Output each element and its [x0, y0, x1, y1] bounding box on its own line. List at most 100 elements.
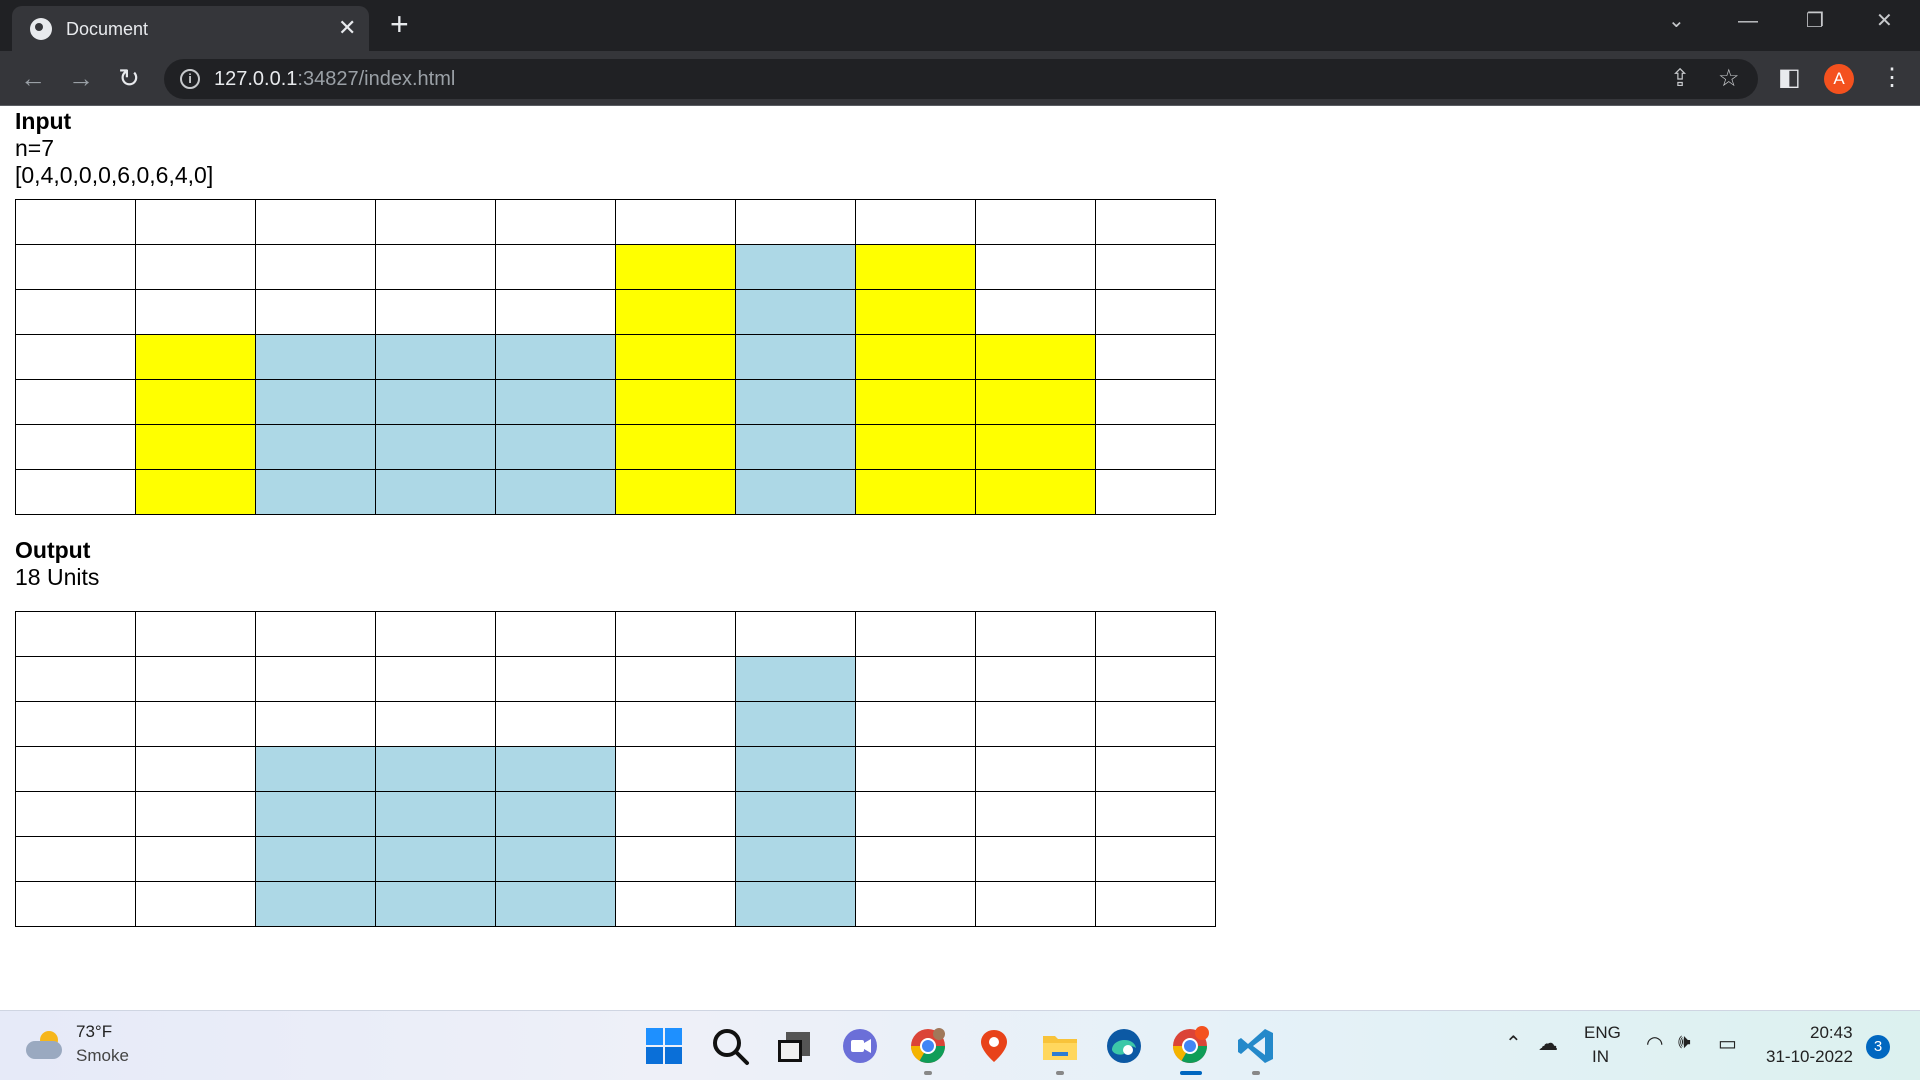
grid-cell-water — [375, 746, 496, 792]
edge-icon[interactable] — [1104, 1026, 1144, 1066]
grid-cell-empty — [135, 791, 256, 837]
back-icon[interactable]: ← — [16, 61, 50, 95]
grid-cell-empty — [255, 199, 376, 245]
window-close-icon[interactable]: ✕ — [1876, 8, 1893, 34]
language-bottom[interactable]: IN — [1592, 1047, 1609, 1067]
clock-date[interactable]: 31-10-2022 — [1766, 1047, 1853, 1067]
grid-cell-empty — [495, 611, 616, 657]
grid-row — [15, 469, 1216, 515]
weather-icon[interactable] — [26, 1031, 64, 1059]
volume-icon[interactable]: 🕪 — [1678, 1031, 1691, 1054]
weather-description[interactable]: Smoke — [76, 1046, 129, 1066]
tab-search-icon[interactable]: ⌄ — [1668, 8, 1685, 34]
grid-cell-empty — [1095, 469, 1216, 515]
menu-kebab-icon[interactable]: ⋮ — [1880, 61, 1904, 95]
grid-cell-empty — [135, 199, 256, 245]
grid-cell-empty — [855, 199, 976, 245]
grid-cell-empty — [15, 379, 136, 425]
tray-overflow-icon[interactable]: ⌃ — [1505, 1031, 1522, 1056]
grid-cell-bar — [855, 244, 976, 290]
grid-cell-empty — [495, 244, 616, 290]
grid-cell-bar — [135, 334, 256, 380]
grid-cell-water — [735, 791, 856, 837]
bookmark-star-icon[interactable]: ☆ — [1718, 65, 1740, 93]
address-bar[interactable]: i 127.0.0.1:34827/index.html ⇪ ☆ — [164, 59, 1758, 99]
grid-cell-empty — [135, 244, 256, 290]
windows-start-icon[interactable] — [644, 1026, 684, 1066]
grid-cell-empty — [255, 611, 376, 657]
grid-cell-bar — [615, 334, 736, 380]
grid-cell-empty — [855, 656, 976, 702]
wifi-icon[interactable]: ◠ — [1646, 1031, 1663, 1056]
running-indicator — [924, 1071, 932, 1075]
onedrive-error-icon[interactable]: ☁ — [1538, 1031, 1558, 1056]
grid-cell-empty — [1095, 424, 1216, 470]
language-top[interactable]: ENG — [1584, 1023, 1621, 1043]
tab-close-icon[interactable]: ✕ — [338, 15, 356, 41]
grid-cell-water — [375, 836, 496, 882]
grid-cell-water — [735, 746, 856, 792]
url-text[interactable]: 127.0.0.1:34827/index.html — [214, 68, 455, 91]
profile-avatar[interactable]: A — [1824, 64, 1854, 94]
grid-cell-bar — [975, 334, 1096, 380]
grid-cell-empty — [735, 611, 856, 657]
grid-cell-water — [495, 469, 616, 515]
grid-cell-empty — [135, 701, 256, 747]
grid-cell-empty — [375, 289, 496, 335]
grid-cell-empty — [375, 199, 496, 245]
search-icon[interactable] — [710, 1026, 750, 1066]
battery-icon[interactable]: ▭ — [1718, 1031, 1737, 1056]
grid-cell-empty — [135, 746, 256, 792]
grid-cell-bar — [975, 379, 1096, 425]
grid-cell-water — [255, 424, 376, 470]
grid-cell-empty — [1095, 701, 1216, 747]
grid-cell-empty — [255, 656, 376, 702]
browser-toolbar: ← → ↻ i 127.0.0.1:34827/index.html ⇪ ☆ ◧… — [0, 51, 1920, 106]
grid-cell-water — [735, 656, 856, 702]
grid-cell-water — [375, 379, 496, 425]
chat-icon[interactable] — [840, 1026, 880, 1066]
grid-cell-bar — [615, 244, 736, 290]
file-explorer-icon[interactable] — [1040, 1026, 1080, 1066]
weather-temperature[interactable]: 73°F — [76, 1022, 112, 1042]
chrome-icon[interactable] — [1170, 1026, 1210, 1066]
grid-cell-empty — [15, 469, 136, 515]
input-array: [0,4,0,0,0,6,0,6,4,0] — [15, 162, 214, 188]
chrome-profile-icon[interactable] — [908, 1026, 948, 1066]
globe-icon — [30, 18, 52, 40]
running-indicator — [1056, 1071, 1064, 1075]
grid-cell-empty — [615, 746, 736, 792]
restore-icon[interactable]: ❐ — [1806, 8, 1824, 34]
vscode-icon[interactable] — [1236, 1026, 1276, 1066]
grid-cell-empty — [495, 289, 616, 335]
grid-cell-empty — [615, 611, 736, 657]
grid-cell-water — [735, 836, 856, 882]
grid-row — [15, 701, 1216, 747]
site-info-icon[interactable]: i — [180, 69, 200, 89]
grid-row — [15, 746, 1216, 792]
forward-icon[interactable]: → — [64, 61, 98, 95]
grid-cell-empty — [1095, 334, 1216, 380]
grid-cell-bar — [135, 424, 256, 470]
grid-cell-empty — [615, 656, 736, 702]
share-icon[interactable]: ⇪ — [1670, 65, 1690, 93]
browser-tab-active[interactable]: Document ✕ — [12, 6, 369, 51]
notification-badge[interactable]: 3 — [1866, 1035, 1890, 1059]
grid-row — [15, 656, 1216, 702]
grid-cell-empty — [735, 199, 856, 245]
grid-cell-empty — [15, 424, 136, 470]
grid-cell-water — [735, 379, 856, 425]
grid-cell-bar — [975, 424, 1096, 470]
task-view-icon[interactable] — [774, 1026, 814, 1066]
reload-icon[interactable]: ↻ — [112, 61, 146, 95]
minimize-icon[interactable]: — — [1738, 8, 1758, 34]
clock-time[interactable]: 20:43 — [1810, 1023, 1853, 1043]
grid-row — [15, 334, 1216, 380]
output-value: 18 Units — [15, 564, 100, 590]
grid-cell-empty — [15, 701, 136, 747]
side-panel-icon[interactable]: ◧ — [1778, 61, 1801, 95]
maps-icon[interactable] — [974, 1026, 1014, 1066]
grid-cell-empty — [15, 836, 136, 882]
new-tab-button[interactable]: + — [390, 8, 409, 40]
grid-cell-empty — [135, 881, 256, 927]
